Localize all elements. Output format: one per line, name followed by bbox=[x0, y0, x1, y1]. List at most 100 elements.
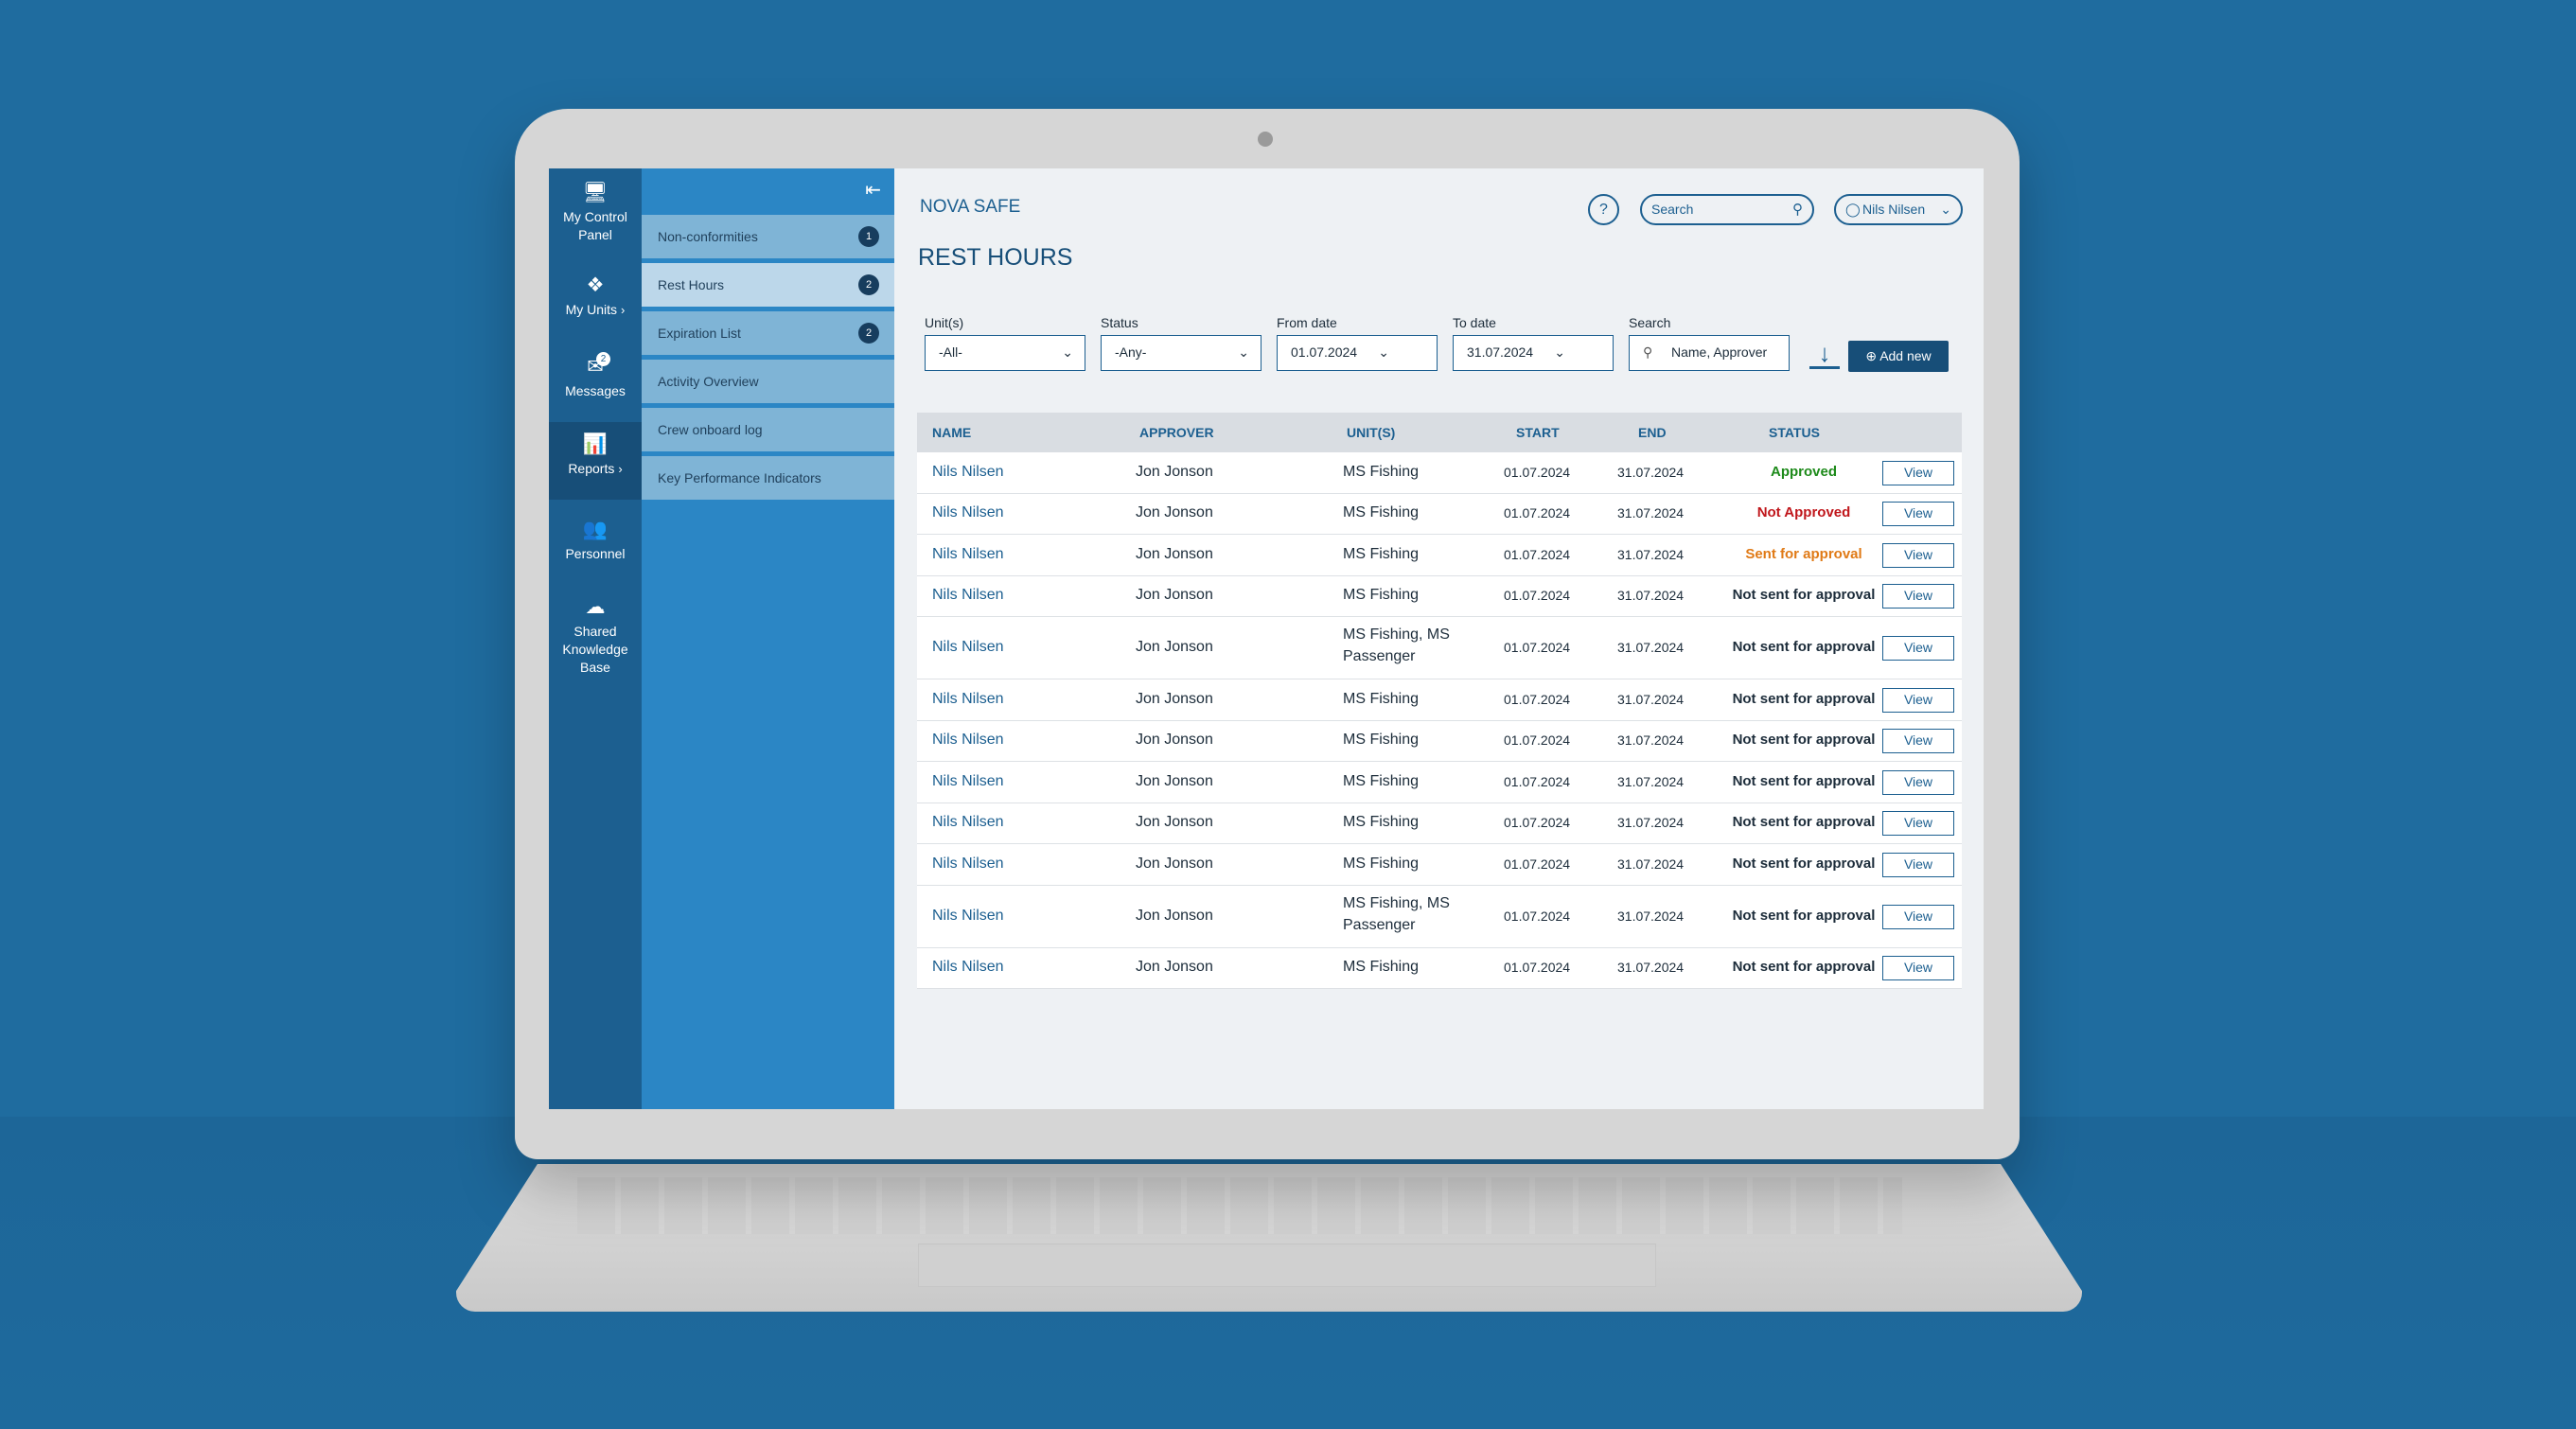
unit-cell: MS Fishing bbox=[1343, 545, 1420, 562]
units-select[interactable]: -All- ⌄ bbox=[925, 335, 1085, 371]
end-date-cell: 31.07.2024 bbox=[1617, 464, 1685, 480]
to-date-select[interactable]: 31.07.2024 ⌄ bbox=[1453, 335, 1614, 371]
crew-name-link[interactable]: Nils Nilsen bbox=[932, 773, 1004, 790]
submenu-label: Rest Hours bbox=[658, 277, 725, 292]
icon-rail: 🖥 My Control Panel ❖ My Units › ✉ 2 Messa… bbox=[549, 168, 642, 1109]
end-date-cell: 31.07.2024 bbox=[1617, 732, 1685, 749]
rail-item-messages[interactable]: ✉ 2 Messages bbox=[549, 352, 642, 400]
start-date-cell: 01.07.2024 bbox=[1504, 640, 1571, 655]
crew-name-link[interactable]: Nils Nilsen bbox=[932, 959, 1004, 976]
rail-item-personnel[interactable]: 👥 Personnel bbox=[549, 519, 642, 563]
column-header-end[interactable]: END bbox=[1638, 413, 1667, 452]
table-row: Nils Nilsen Jon Jonson MS Fishing 01.07.202… bbox=[917, 535, 1962, 576]
rail-item-knowledge-base[interactable]: ☁ Shared Knowledge Base bbox=[549, 596, 642, 677]
global-search-input[interactable]: Search ⚲ bbox=[1640, 194, 1814, 225]
table-search-input[interactable]: ⚲ Name, Approver bbox=[1629, 335, 1790, 371]
crew-name-link[interactable]: Nils Nilsen bbox=[932, 587, 1004, 604]
submenu-item-activity-overview[interactable]: Activity Overview bbox=[642, 360, 894, 403]
rail-item-control-panel[interactable]: 🖥 My Control Panel bbox=[549, 182, 642, 244]
column-header-units[interactable]: UNIT(S) bbox=[1347, 413, 1395, 452]
approver-cell: Jon Jonson bbox=[1136, 959, 1213, 976]
view-button[interactable]: View bbox=[1882, 502, 1954, 527]
collapse-menu-icon[interactable]: ⇤ bbox=[865, 178, 881, 202]
help-button[interactable]: ? bbox=[1588, 194, 1619, 225]
unit-cell: MS Fishing bbox=[1343, 814, 1420, 831]
unit-cell-line2: Passenger bbox=[1343, 916, 1416, 933]
status-value: -Any- bbox=[1115, 344, 1147, 360]
column-header-approver[interactable]: APPROVER bbox=[1139, 413, 1214, 452]
add-new-label: Add new bbox=[1879, 348, 1932, 363]
crew-name-link[interactable]: Nils Nilsen bbox=[932, 814, 1004, 831]
status-select[interactable]: -Any- ⌄ bbox=[1101, 335, 1262, 371]
user-menu[interactable]: ◯ Nils Nilsen ⌄ bbox=[1834, 194, 1963, 225]
download-icon[interactable]: ↓ bbox=[1809, 339, 1840, 369]
submenu-item-expiration-list[interactable]: Expiration List 2 bbox=[642, 311, 894, 355]
view-button[interactable]: View bbox=[1882, 729, 1954, 754]
end-date-cell: 31.07.2024 bbox=[1617, 960, 1685, 976]
chevron-down-icon: ⌄ bbox=[1378, 344, 1389, 360]
rail-item-my-units[interactable]: ❖ My Units › bbox=[549, 274, 642, 319]
crew-name-link[interactable]: Nils Nilsen bbox=[932, 691, 1004, 708]
status-badge: Not sent for approval bbox=[1732, 907, 1876, 924]
column-header-start[interactable]: START bbox=[1516, 413, 1560, 452]
table-row: Nils Nilsen Jon Jonson MS Fishing 01.07.202… bbox=[917, 493, 1962, 535]
column-header-name[interactable]: NAME bbox=[932, 413, 971, 452]
from-date-select[interactable]: 01.07.2024 ⌄ bbox=[1277, 335, 1438, 371]
rail-item-reports[interactable]: 📊 Reports › bbox=[549, 422, 642, 500]
submenu-item-non-conformities[interactable]: Non-conformities 1 bbox=[642, 215, 894, 258]
view-button[interactable]: View bbox=[1882, 460, 1954, 485]
view-button[interactable]: View bbox=[1882, 636, 1954, 661]
user-icon: ◯ bbox=[1845, 202, 1861, 217]
view-button[interactable]: View bbox=[1882, 811, 1954, 837]
status-badge: Not sent for approval bbox=[1732, 732, 1876, 749]
monitor-icon: 🖥 bbox=[582, 182, 609, 203]
status-badge: Not Approved bbox=[1756, 504, 1851, 521]
view-button[interactable]: View bbox=[1882, 852, 1954, 877]
laptop-keyboard bbox=[577, 1177, 1902, 1234]
start-date-cell: 01.07.2024 bbox=[1504, 546, 1571, 562]
crew-name-link[interactable]: Nils Nilsen bbox=[932, 732, 1004, 749]
laptop-touchpad bbox=[918, 1244, 1656, 1287]
view-button[interactable]: View bbox=[1882, 956, 1954, 981]
view-button[interactable]: View bbox=[1882, 769, 1954, 795]
submenu-label: Expiration List bbox=[658, 326, 741, 341]
end-date-cell: 31.07.2024 bbox=[1617, 588, 1685, 604]
submenu-item-kpi[interactable]: Key Performance Indicators bbox=[642, 456, 894, 500]
units-value: -All- bbox=[939, 344, 962, 360]
view-button[interactable]: View bbox=[1882, 542, 1954, 568]
table-row: Nils Nilsen Jon Jonson MS Fishing 01.07.202… bbox=[917, 679, 1962, 721]
view-button[interactable]: View bbox=[1882, 904, 1954, 929]
submenu-item-rest-hours[interactable]: Rest Hours 2 bbox=[642, 263, 894, 307]
crew-name-link[interactable]: Nils Nilsen bbox=[932, 464, 1004, 481]
crew-name-link[interactable]: Nils Nilsen bbox=[932, 639, 1004, 656]
start-date-cell: 01.07.2024 bbox=[1504, 588, 1571, 604]
start-date-cell: 01.07.2024 bbox=[1504, 856, 1571, 872]
search-placeholder: Search bbox=[1651, 202, 1694, 217]
unit-cell: MS Fishing bbox=[1343, 732, 1420, 749]
add-new-button[interactable]: ⊕ Add new bbox=[1848, 341, 1949, 372]
submenu-label: Crew onboard log bbox=[658, 422, 763, 437]
end-date-cell: 31.07.2024 bbox=[1617, 691, 1685, 707]
submenu-item-crew-onboard-log[interactable]: Crew onboard log bbox=[642, 408, 894, 451]
plus-circle-icon: ⊕ bbox=[1865, 348, 1878, 363]
approver-cell: Jon Jonson bbox=[1136, 587, 1213, 604]
count-badge: 2 bbox=[858, 323, 879, 344]
view-button[interactable]: View bbox=[1882, 584, 1954, 609]
view-button[interactable]: View bbox=[1882, 687, 1954, 713]
crew-name-link[interactable]: Nils Nilsen bbox=[932, 908, 1004, 925]
unit-cell: MS Fishing bbox=[1343, 772, 1420, 789]
personnel-icon: 👥 bbox=[582, 519, 609, 540]
unit-cell: MS Fishing bbox=[1343, 587, 1420, 604]
unit-cell: MS Fishing, MS bbox=[1343, 894, 1450, 911]
crew-name-link[interactable]: Nils Nilsen bbox=[932, 504, 1004, 521]
webcam bbox=[1258, 132, 1273, 147]
rail-label: Shared Knowledge Base bbox=[562, 624, 628, 675]
crew-name-link[interactable]: Nils Nilsen bbox=[932, 546, 1004, 563]
column-header-status[interactable]: STATUS bbox=[1769, 413, 1820, 452]
approver-cell: Jon Jonson bbox=[1136, 463, 1213, 480]
crew-name-link[interactable]: Nils Nilsen bbox=[932, 856, 1004, 873]
messages-badge: 2 bbox=[596, 352, 610, 366]
brand-name: NOVA SAFE bbox=[920, 197, 1021, 217]
approver-cell: Jon Jonson bbox=[1136, 639, 1213, 655]
unit-cell-line2: Passenger bbox=[1343, 648, 1416, 664]
